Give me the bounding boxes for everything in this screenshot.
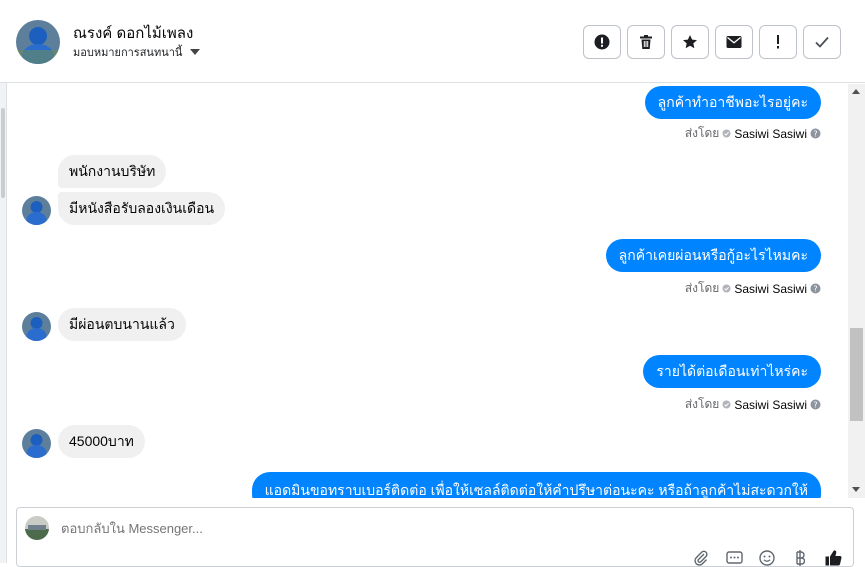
sender-name[interactable]: Sasiwi Sasiwi: [734, 282, 807, 296]
mark-done-button[interactable]: [803, 25, 841, 59]
follow-up-button[interactable]: [759, 25, 797, 59]
paperclip-icon[interactable]: [691, 550, 711, 566]
scroll-up-icon[interactable]: [852, 89, 860, 94]
question-icon[interactable]: ?: [810, 399, 821, 410]
assign-conversation-dropdown[interactable]: มอบหมายการสนทนานี้: [73, 43, 201, 61]
contact-avatar[interactable]: [16, 20, 60, 64]
outgoing-message[interactable]: รายได้ต่อเดือนเท่าไหร่คะ: [643, 355, 821, 388]
thread-scrollbar[interactable]: [848, 84, 865, 498]
exclamation-icon: [777, 35, 779, 49]
caret-down-icon: [190, 49, 201, 55]
sent-by-label: ส่งโดย Sasiwi Sasiwi ?: [685, 279, 821, 298]
trash-icon: [640, 35, 652, 49]
envelope-icon: [726, 36, 742, 48]
star-icon: [683, 35, 697, 49]
composer-tools: [691, 550, 843, 566]
left-panel-edge: [0, 0, 7, 563]
reply-input[interactable]: [61, 521, 461, 536]
contact-avatar-small[interactable]: [22, 312, 51, 341]
check-icon: [815, 36, 829, 48]
svg-text:?: ?: [813, 285, 817, 294]
sender-name[interactable]: Sasiwi Sasiwi: [734, 398, 807, 412]
svg-text:?: ?: [813, 130, 817, 139]
outgoing-message[interactable]: ลูกค้าเคยผ่อนหรือกู้อะไรไหมคะ: [605, 239, 821, 272]
thumbs-up-icon[interactable]: [823, 550, 843, 566]
incoming-message[interactable]: มีหนังสือรับลองเงินเดือน: [58, 192, 226, 225]
sent-by-label: ส่งโดย Sasiwi Sasiwi ?: [685, 395, 821, 414]
conversation-header: ณรงค์ ดอกไม้เพลง มอบหมายการสนทนานี้: [0, 0, 865, 83]
sent-by-label: ส่งโดย Sasiwi Sasiwi ?: [685, 124, 821, 143]
contact-avatar-small[interactable]: [22, 429, 51, 458]
scroll-down-icon[interactable]: [852, 487, 860, 492]
reply-composer: [16, 507, 854, 567]
saved-replies-icon[interactable]: [724, 550, 744, 566]
outgoing-message[interactable]: ลูกค้าทำอาชีพอะไรอยู่คะ: [644, 86, 821, 119]
question-icon[interactable]: ?: [810, 128, 821, 139]
message-thread[interactable]: ลูกค้าทำอาชีพอะไรอยู่คะ ส่งโดย Sasiwi Sa…: [8, 84, 848, 498]
verified-small-icon: [722, 400, 731, 409]
svg-text:?: ?: [813, 401, 817, 410]
contact-avatar-small[interactable]: [22, 196, 51, 225]
incoming-message[interactable]: มีผ่อนตบนานแล้ว: [58, 308, 186, 341]
contact-name[interactable]: ณรงค์ ดอกไม้เพลง: [73, 21, 193, 45]
spam-button[interactable]: [583, 25, 621, 59]
verified-small-icon: [722, 284, 731, 293]
sent-by-prefix: ส่งโดย: [684, 397, 720, 411]
incoming-message[interactable]: พนักงานบริษัท: [58, 155, 167, 188]
header-actions: [583, 25, 841, 59]
baht-icon[interactable]: [790, 550, 810, 566]
question-icon[interactable]: ?: [810, 283, 821, 294]
emoji-icon[interactable]: [757, 550, 777, 566]
left-scrollbar-thumb[interactable]: [1, 108, 5, 198]
scrollbar-thumb[interactable]: [850, 328, 863, 421]
incoming-message[interactable]: 45000บาท: [58, 425, 145, 458]
verified-small-icon: [722, 129, 731, 138]
outgoing-message[interactable]: แอดมินขอทราบเบอร์ติดต่อ เพื่อให้เซลล์ติด…: [251, 472, 821, 498]
star-button[interactable]: [671, 25, 709, 59]
mark-unread-button[interactable]: [715, 25, 753, 59]
delete-button[interactable]: [627, 25, 665, 59]
assign-label: มอบหมายการสนทนานี้: [73, 47, 183, 59]
sender-name[interactable]: Sasiwi Sasiwi: [734, 127, 807, 141]
exclamation-circle-icon: [594, 34, 610, 50]
page-avatar: [25, 516, 49, 540]
sent-by-prefix: ส่งโดย: [684, 281, 720, 295]
sent-by-prefix: ส่งโดย: [684, 126, 720, 140]
